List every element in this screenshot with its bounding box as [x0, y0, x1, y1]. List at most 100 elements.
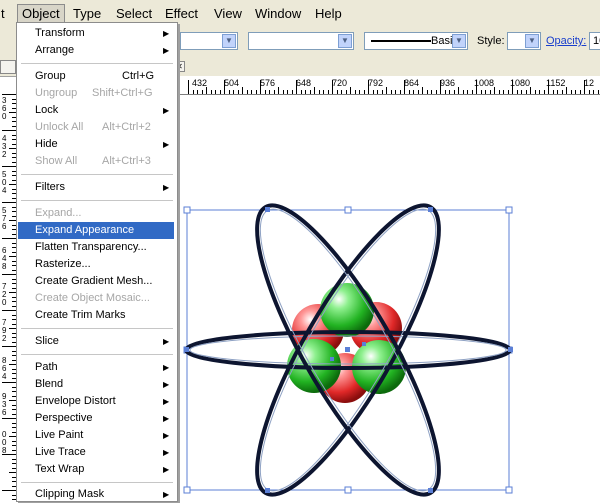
ruler-label: 504 [224, 78, 240, 88]
menu-item-expand[interactable]: Expand... [18, 205, 174, 222]
ruler-tick [310, 90, 311, 94]
ruler-tick [359, 90, 360, 94]
ruler-tick [9, 328, 16, 329]
menu-separator [21, 63, 173, 64]
ruler-tick [2, 130, 16, 131]
anchor-points[interactable] [184, 207, 513, 493]
style-label: Style: [477, 35, 505, 47]
menu-object[interactable]: Object [17, 4, 65, 24]
menu-item-expand-appearance[interactable]: Expand Appearance [18, 222, 174, 239]
ruler-tick [197, 90, 198, 94]
menu-item-arrange[interactable]: Arrange ▶ [18, 42, 174, 59]
menu-item-path[interactable]: Path ▶ [18, 359, 174, 376]
menu-item-rasterize[interactable]: Rasterize... [18, 256, 174, 273]
menu-item-hide[interactable]: Hide ▶ [18, 136, 174, 153]
menu-text[interactable]: t [1, 6, 5, 22]
ruler-tick [9, 112, 16, 113]
ruler-tick [2, 310, 16, 311]
menu-item-clipping-mask[interactable]: Clipping Mask ▶ [18, 486, 174, 503]
menu-item-envelope-distort[interactable]: Envelope Distort ▶ [18, 393, 174, 410]
submenu-arrow-icon: ▶ [163, 397, 170, 406]
menu-window[interactable]: Window [255, 6, 301, 22]
menu-view[interactable]: View [214, 6, 242, 22]
menu-item-live-trace[interactable]: Live Trace ▶ [18, 444, 174, 461]
opacity-field[interactable]: 10 [589, 32, 600, 50]
menu-item-create-gradient-mesh[interactable]: Create Gradient Mesh... [18, 273, 174, 290]
ruler-tick [566, 87, 567, 94]
fill-dropdown[interactable]: ▼ [180, 32, 238, 50]
ruler-tick [337, 90, 338, 94]
menu-item-create-object-mosaic[interactable]: Create Object Mosaic... [18, 290, 174, 307]
ruler-tick [2, 454, 16, 455]
ruler-label: 720 [332, 78, 348, 88]
menu-item-show-all[interactable]: Show All Alt+Ctrl+3 [18, 153, 174, 170]
brush-dropdown[interactable]: Basic ▼ [364, 32, 468, 50]
stroke-preview-line [371, 40, 431, 42]
menu-item-perspective[interactable]: Perspective ▶ [18, 410, 174, 427]
ruler-tick [314, 87, 315, 94]
submenu-arrow-icon: ▶ [163, 183, 170, 192]
atom-artwork[interactable] [176, 95, 600, 500]
menu-item-text-wrap[interactable]: Text Wrap ▶ [18, 461, 174, 478]
ruler-tick [242, 87, 243, 94]
artboard-canvas[interactable] [176, 95, 600, 500]
ruler-tick [247, 90, 248, 94]
ruler-tick [287, 90, 288, 94]
ruler-tick [224, 80, 225, 94]
ruler-tick [373, 90, 374, 94]
ruler-tick [2, 346, 16, 347]
menu-item-slice[interactable]: Slice ▶ [18, 333, 174, 350]
menu-separator [21, 482, 173, 483]
submenu-arrow-icon: ▶ [163, 106, 170, 115]
menu-effect[interactable]: Effect [165, 6, 198, 22]
ruler-tick [2, 238, 16, 239]
ruler-tick [463, 90, 464, 94]
document-tab[interactable] [0, 60, 16, 74]
nucleus [287, 283, 406, 403]
ruler-tick [490, 90, 491, 94]
chevron-down-icon: ▼ [525, 34, 539, 48]
menu-item-group[interactable]: Group Ctrl+G [18, 68, 174, 85]
ruler-tick [598, 90, 599, 94]
ruler-tick [296, 80, 297, 94]
style-dropdown[interactable]: ▼ [507, 32, 541, 50]
ruler-tick [539, 90, 540, 94]
ruler-digit: 2 [2, 150, 7, 159]
ruler-tick [364, 90, 365, 94]
ruler-tick [535, 90, 536, 94]
ruler-tick [580, 90, 581, 94]
ruler-tick [449, 90, 450, 94]
menu-item-filters[interactable]: Filters ▶ [18, 179, 174, 196]
menu-help[interactable]: Help [315, 6, 342, 22]
menu-item-flatten-transparency[interactable]: Flatten Transparency... [18, 239, 174, 256]
ruler-digit: 8 [2, 262, 7, 271]
ruler-tick [292, 90, 293, 94]
menu-item-live-paint[interactable]: Live Paint ▶ [18, 427, 174, 444]
menu-item-create-trim-marks[interactable]: Create Trim Marks [18, 307, 174, 324]
ruler-tick [386, 87, 387, 94]
menu-item-ungroup[interactable]: Ungroup Shift+Ctrl+G [18, 85, 174, 102]
ruler-tick [377, 90, 378, 94]
submenu-arrow-icon: ▶ [163, 380, 170, 389]
menu-item-blend[interactable]: Blend ▶ [18, 376, 174, 393]
ruler-tick [467, 90, 468, 94]
submenu-arrow-icon: ▶ [163, 414, 170, 423]
ruler-tick [2, 490, 16, 491]
ruler-tick [238, 90, 239, 94]
ruler-label: 648 [296, 78, 312, 88]
menu-item-unlock-all[interactable]: Unlock All Alt+Ctrl+2 [18, 119, 174, 136]
ruler-tick [548, 80, 549, 94]
stroke-weight-dropdown[interactable]: ▼ [248, 32, 354, 50]
ruler-tick [431, 90, 432, 94]
horizontal-ruler: 432 504 576 648 720 792 864 936 1008 108… [176, 76, 600, 95]
menu-separator [21, 200, 173, 201]
menu-item-lock[interactable]: Lock ▶ [18, 102, 174, 119]
menu-item-transform[interactable]: Transform ▶ [18, 25, 174, 42]
ruler-tick [206, 87, 207, 94]
ruler-tick [512, 80, 513, 94]
opacity-label[interactable]: Opacity: [546, 34, 586, 48]
ruler-tick [350, 87, 351, 94]
menu-type[interactable]: Type [73, 6, 101, 22]
menu-select[interactable]: Select [116, 6, 152, 22]
ruler-tick [427, 90, 428, 94]
